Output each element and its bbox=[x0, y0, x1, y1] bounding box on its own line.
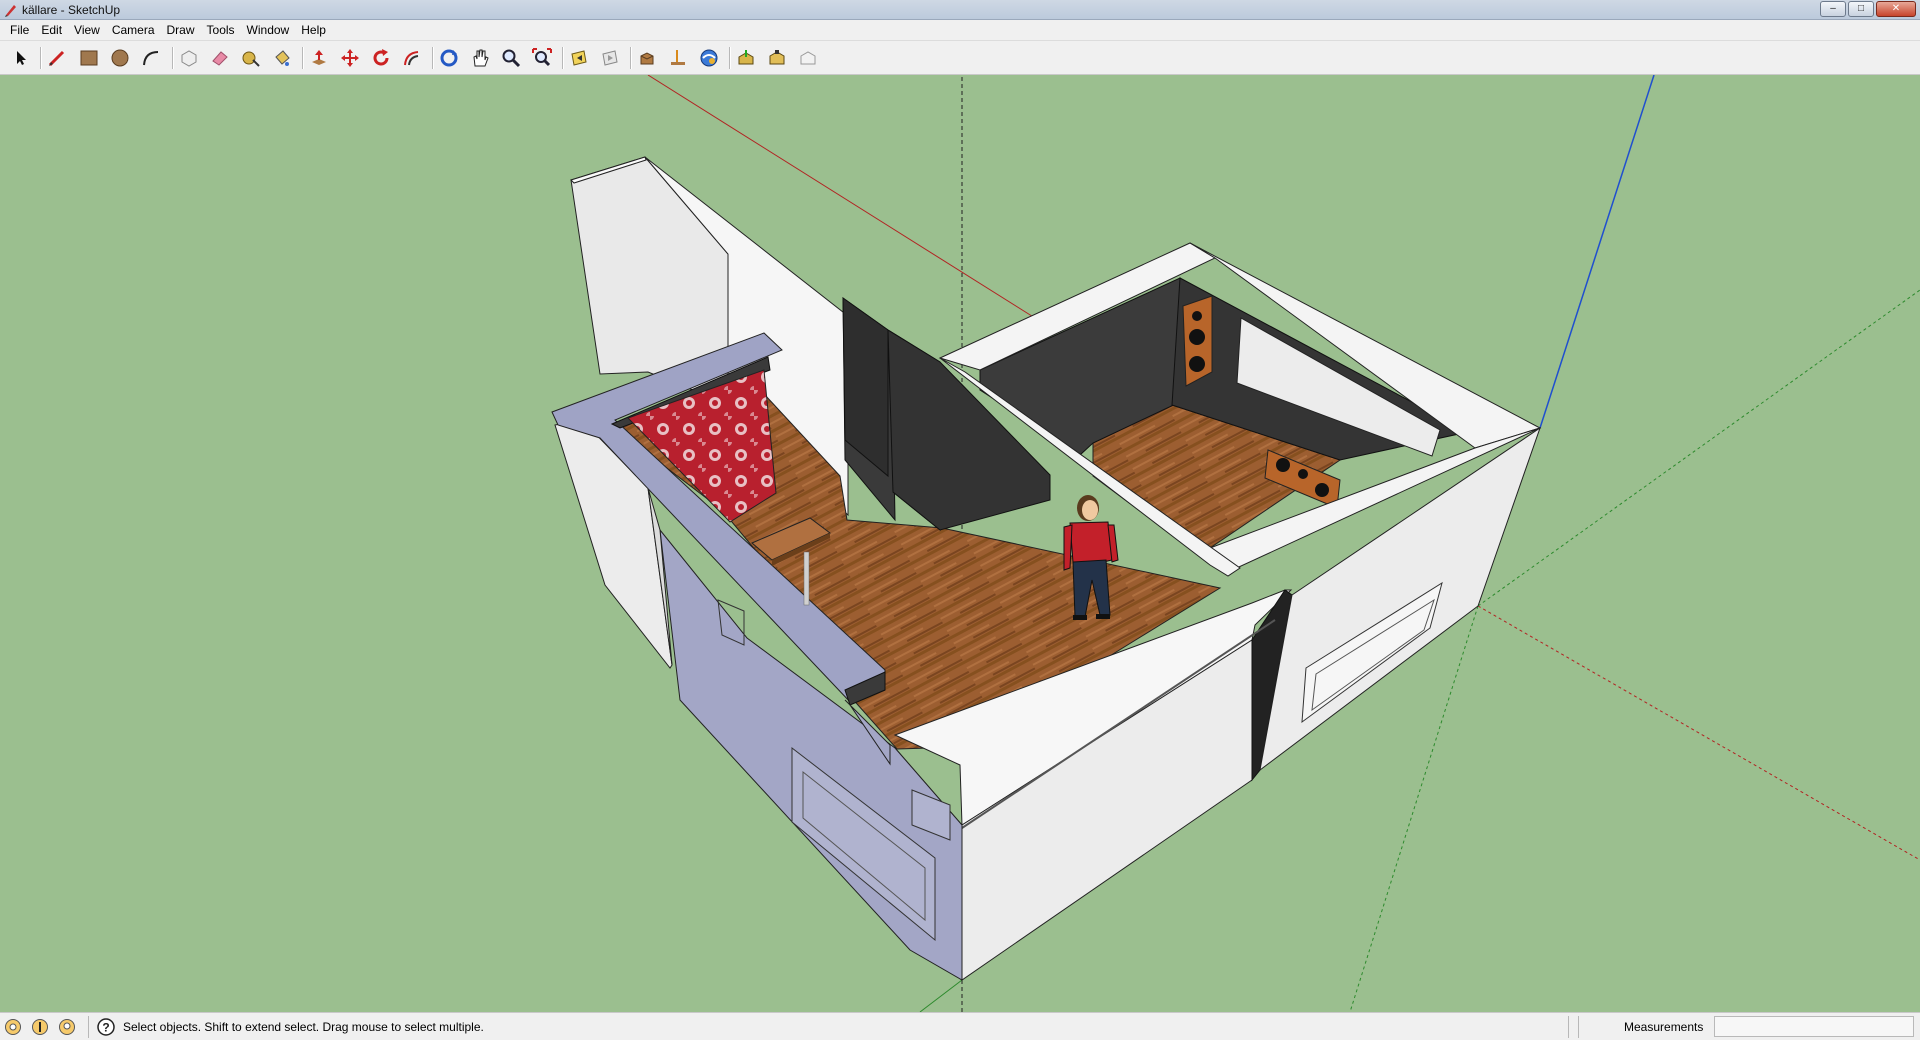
minimize-button[interactable]: – bbox=[1820, 1, 1846, 17]
eraser-tool-icon[interactable] bbox=[207, 45, 233, 71]
select-tool-icon[interactable] bbox=[8, 45, 34, 71]
pan-tool-icon[interactable] bbox=[467, 45, 493, 71]
line-tool-icon[interactable] bbox=[44, 45, 70, 71]
zoom-tool-icon[interactable] bbox=[498, 45, 524, 71]
orbit-tool-icon[interactable] bbox=[436, 45, 462, 71]
svg-text:?: ? bbox=[102, 1021, 109, 1035]
menu-help[interactable]: Help bbox=[295, 20, 332, 40]
previous-view-icon[interactable] bbox=[566, 45, 592, 71]
get-models-icon[interactable] bbox=[696, 45, 722, 71]
green-axis-line bbox=[919, 979, 963, 1012]
move-tool-icon[interactable] bbox=[337, 45, 363, 71]
geo-location-icon[interactable] bbox=[4, 1018, 22, 1036]
menu-tools[interactable]: Tools bbox=[201, 20, 241, 40]
red-axis-dashed bbox=[1477, 605, 1920, 861]
push-pull-icon[interactable] bbox=[306, 45, 332, 71]
menu-camera[interactable]: Camera bbox=[106, 20, 161, 40]
measurements-label: Measurements bbox=[1624, 1020, 1704, 1034]
window-title: källare - SketchUp bbox=[22, 3, 121, 17]
measurements-input[interactable] bbox=[1714, 1016, 1914, 1037]
paint-bucket-icon[interactable] bbox=[269, 45, 295, 71]
tape-measure-icon[interactable] bbox=[238, 45, 264, 71]
green-axis-dashed bbox=[1477, 289, 1920, 607]
menu-view[interactable]: View bbox=[68, 20, 106, 40]
components-icon[interactable] bbox=[764, 45, 790, 71]
user-login-icon[interactable] bbox=[58, 1018, 76, 1036]
rotate-tool-icon[interactable] bbox=[368, 45, 394, 71]
iso-view-icon[interactable] bbox=[665, 45, 691, 71]
sketchup-logo-icon bbox=[5, 5, 16, 17]
main-toolbar bbox=[0, 41, 1920, 75]
rectangle-tool-icon[interactable] bbox=[76, 45, 102, 71]
status-hint-text: Select objects. Shift to extend select. … bbox=[123, 1020, 484, 1034]
scene-canvas[interactable] bbox=[0, 75, 1920, 1012]
credits-icon[interactable] bbox=[31, 1018, 49, 1036]
share-model-icon[interactable] bbox=[733, 45, 759, 71]
menu-edit[interactable]: Edit bbox=[35, 20, 68, 40]
menu-file[interactable]: File bbox=[4, 20, 35, 40]
make-component-icon[interactable] bbox=[176, 45, 202, 71]
front-speaker-left bbox=[1182, 295, 1213, 387]
circle-tool-icon[interactable] bbox=[107, 45, 133, 71]
share-component-icon[interactable] bbox=[795, 45, 821, 71]
modeling-viewport[interactable] bbox=[0, 75, 1920, 1012]
maximize-button[interactable]: □ bbox=[1848, 1, 1874, 17]
menu-window[interactable]: Window bbox=[241, 20, 296, 40]
menu-draw[interactable]: Draw bbox=[161, 20, 201, 40]
help-icon[interactable]: ? bbox=[97, 1018, 115, 1036]
top-view-icon[interactable] bbox=[634, 45, 660, 71]
arc-tool-icon[interactable] bbox=[138, 45, 164, 71]
menu-bar: File Edit View Camera Draw Tools Window … bbox=[0, 20, 1920, 41]
offset-tool-icon[interactable] bbox=[399, 45, 425, 71]
close-button[interactable]: ✕ bbox=[1876, 1, 1916, 17]
next-view-icon[interactable] bbox=[597, 45, 623, 71]
zoom-extents-icon[interactable] bbox=[529, 45, 555, 71]
status-bar: ? Select objects. Shift to extend select… bbox=[0, 1012, 1920, 1040]
blue-axis-line bbox=[1539, 75, 1655, 429]
title-bar: källare - SketchUp – □ ✕ bbox=[0, 0, 1920, 20]
